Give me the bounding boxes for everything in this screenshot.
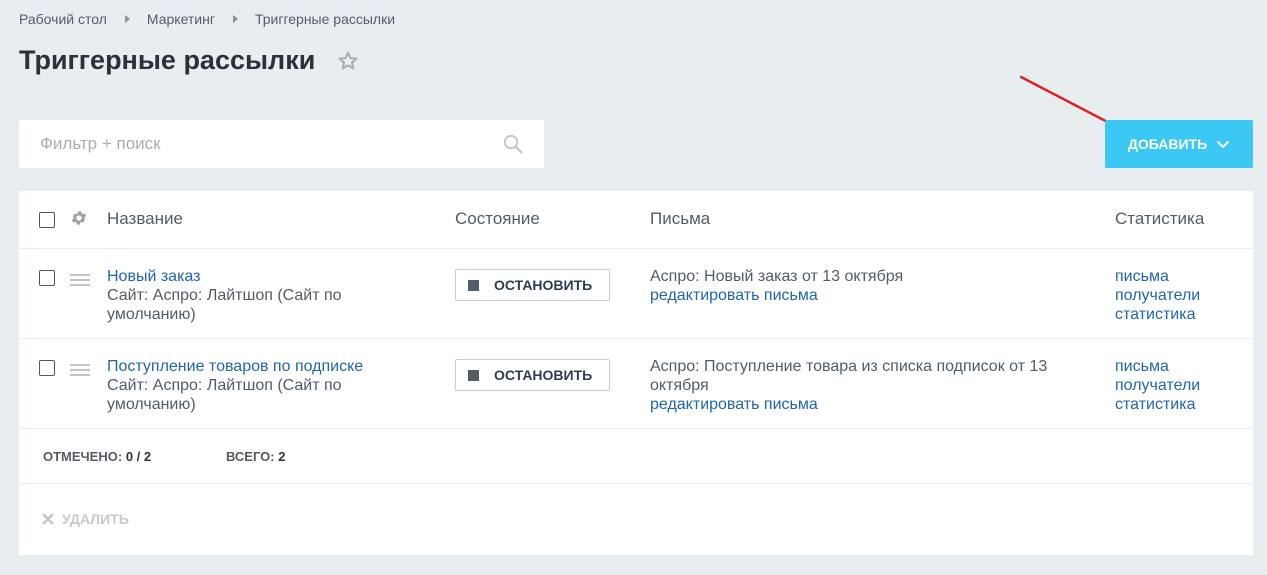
delete-button[interactable]: УДАЛИТЬ bbox=[41, 511, 129, 527]
letters-cell: Аспро: Новый заказ от 13 октября редакти… bbox=[650, 267, 1070, 305]
stats-statistics-link[interactable]: статистика bbox=[1115, 305, 1200, 324]
add-button[interactable]: ДОБАВИТЬ bbox=[1105, 120, 1253, 168]
stats-statistics-link[interactable]: статистика bbox=[1115, 395, 1200, 414]
breadcrumb-marketing[interactable]: Маркетинг bbox=[147, 11, 215, 27]
selected-count-value: 0 / 2 bbox=[125, 449, 152, 464]
letter-name: Аспро: Новый заказ от 13 октября bbox=[650, 268, 904, 285]
breadcrumb: Рабочий стол Маркетинг Триггерные рассыл… bbox=[19, 11, 395, 27]
page-title: Триггерные рассылки bbox=[19, 45, 316, 75]
stop-button-label: ОСТАНОВИТЬ bbox=[494, 277, 593, 293]
total-count: ВСЕГО: 2 bbox=[226, 449, 285, 464]
name-cell: Новый заказ Сайт: Аспро: Лайтшоп (Сайт п… bbox=[107, 267, 387, 324]
stats-recipients-link[interactable]: получатели bbox=[1115, 286, 1200, 305]
delete-button-label: УДАЛИТЬ bbox=[62, 511, 129, 527]
breadcrumb-desktop[interactable]: Рабочий стол bbox=[19, 11, 107, 27]
select-all-checkbox[interactable] bbox=[39, 212, 55, 228]
action-panel: УДАЛИТЬ bbox=[19, 484, 1253, 555]
letter-name: Аспро: Поступление товара из списка подп… bbox=[650, 358, 1048, 394]
stop-button-label: ОСТАНОВИТЬ bbox=[494, 367, 593, 383]
row-checkbox[interactable] bbox=[39, 270, 55, 286]
stop-icon bbox=[468, 369, 479, 381]
star-icon[interactable] bbox=[335, 48, 361, 74]
selected-count: ОТМЕЧЕНО: 0 / 2 bbox=[43, 449, 151, 464]
stats-recipients-link[interactable]: получатели bbox=[1115, 376, 1200, 395]
gear-icon[interactable] bbox=[70, 209, 88, 227]
breadcrumb-separator-icon bbox=[232, 15, 238, 23]
edit-letters-link[interactable]: редактировать письма bbox=[650, 286, 1070, 305]
edit-letters-link[interactable]: редактировать письма bbox=[650, 395, 1070, 414]
mailing-site: Сайт: Аспро: Лайтшоп (Сайт по умолчанию) bbox=[107, 377, 342, 413]
column-stats-header[interactable]: Статистика bbox=[1115, 209, 1204, 229]
filter-search-input[interactable] bbox=[19, 120, 544, 168]
selected-count-label: ОТМЕЧЕНО: bbox=[43, 449, 126, 464]
stats-cell: письма получатели статистика bbox=[1115, 267, 1200, 324]
table-row: Новый заказ Сайт: Аспро: Лайтшоп (Сайт п… bbox=[19, 249, 1253, 339]
stop-button[interactable]: ОСТАНОВИТЬ bbox=[455, 359, 610, 391]
filter-search bbox=[19, 120, 544, 168]
chevron-down-icon bbox=[1216, 140, 1230, 149]
column-state-header[interactable]: Состояние bbox=[455, 209, 540, 229]
close-icon bbox=[41, 512, 55, 526]
mailing-site: Сайт: Аспро: Лайтшоп (Сайт по умолчанию) bbox=[107, 287, 342, 323]
breadcrumb-separator-icon bbox=[124, 15, 130, 23]
mailing-title-link[interactable]: Поступление товаров по подписке bbox=[107, 357, 387, 376]
drag-handle-icon[interactable] bbox=[70, 274, 90, 286]
add-button-label: ДОБАВИТЬ bbox=[1127, 136, 1208, 152]
letters-cell: Аспро: Поступление товара из списка подп… bbox=[650, 357, 1070, 414]
table-row: Поступление товаров по подписке Сайт: Ас… bbox=[19, 339, 1253, 429]
mailing-title-link[interactable]: Новый заказ bbox=[107, 267, 387, 286]
total-count-label: ВСЕГО: bbox=[226, 449, 279, 464]
title-row: Триггерные рассылки bbox=[19, 45, 361, 76]
stats-letters-link[interactable]: письма bbox=[1115, 267, 1200, 286]
row-checkbox[interactable] bbox=[39, 360, 55, 376]
search-icon[interactable] bbox=[503, 134, 523, 154]
grid-header: Название Состояние Письма Статистика bbox=[19, 191, 1253, 249]
column-letters-header[interactable]: Письма bbox=[650, 209, 710, 229]
stop-button[interactable]: ОСТАНОВИТЬ bbox=[455, 269, 610, 301]
stop-icon bbox=[468, 279, 479, 291]
breadcrumb-trigger-mailings[interactable]: Триггерные рассылки bbox=[255, 11, 395, 27]
total-count-value: 2 bbox=[278, 449, 286, 464]
mailings-grid: Название Состояние Письма Статистика Нов… bbox=[19, 191, 1253, 555]
column-name-header[interactable]: Название bbox=[107, 209, 183, 229]
grid-footer: ОТМЕЧЕНО: 0 / 2 ВСЕГО: 2 bbox=[19, 429, 1253, 484]
stats-letters-link[interactable]: письма bbox=[1115, 357, 1200, 376]
name-cell: Поступление товаров по подписке Сайт: Ас… bbox=[107, 357, 387, 414]
stats-cell: письма получатели статистика bbox=[1115, 357, 1200, 414]
drag-handle-icon[interactable] bbox=[70, 364, 90, 376]
